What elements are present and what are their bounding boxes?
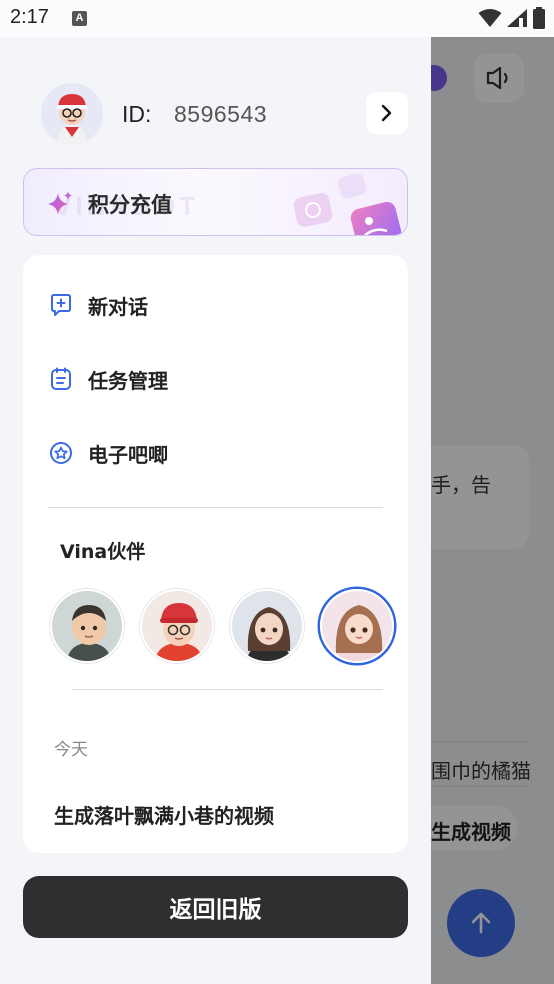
user-avatar[interactable] — [41, 83, 103, 145]
recharge-decoration-icon — [293, 173, 402, 235]
badge-icon — [48, 440, 74, 466]
menu-item-label: 新对话 — [88, 294, 148, 319]
partner-avatar-4[interactable] — [320, 589, 394, 663]
side-drawer: ID: 8596543 VINABOT 积分充值 新对话 任务管理 电子吧唧 V… — [0, 37, 431, 984]
new-chat-icon — [48, 292, 74, 318]
status-time: 2:17 — [10, 6, 49, 28]
menu-item-label: 任务管理 — [88, 368, 168, 393]
signal-icon — [507, 9, 527, 27]
menu-item-new-chat[interactable]: 新对话 — [48, 287, 148, 323]
battery-icon — [533, 7, 545, 29]
status-bar: 2:17 A — [0, 0, 554, 37]
partners-list — [50, 589, 395, 665]
history-group-label: 今天 — [54, 740, 88, 760]
task-icon — [48, 366, 74, 392]
back-to-old-version-button[interactable]: 返回旧版 — [23, 876, 408, 938]
status-icons — [478, 6, 546, 30]
history-item[interactable]: 生成落叶飘满小巷的视频 — [54, 800, 274, 829]
partner-avatar-1[interactable] — [50, 589, 124, 663]
partners-title: Vina伙伴 — [60, 541, 146, 563]
profile-chevron-button[interactable] — [366, 92, 408, 134]
partner-avatar-2[interactable] — [140, 589, 214, 663]
recharge-label: 积分充值 — [88, 193, 172, 217]
partner-avatar-3[interactable] — [230, 589, 304, 663]
menu-card: 新对话 任务管理 电子吧唧 Vina伙伴 今天 生成落叶飘满小巷的视频 — [23, 255, 408, 853]
profile-header: ID: 8596543 — [41, 83, 408, 145]
menu-item-badge[interactable]: 电子吧唧 — [48, 435, 168, 471]
user-id: 8596543 — [174, 101, 268, 127]
menu-item-task-management[interactable]: 任务管理 — [48, 361, 168, 397]
notification-icon: A — [72, 11, 87, 26]
wifi-icon — [478, 9, 502, 27]
id-label: ID: — [122, 101, 152, 127]
menu-item-label: 电子吧唧 — [88, 442, 168, 467]
recharge-points-button[interactable]: VINABOT 积分充值 — [23, 168, 408, 236]
sparkle-icon — [48, 191, 72, 215]
chevron-right-icon — [381, 104, 392, 122]
divider — [48, 507, 383, 508]
divider — [72, 689, 383, 690]
drawer-scrim[interactable] — [431, 37, 554, 984]
